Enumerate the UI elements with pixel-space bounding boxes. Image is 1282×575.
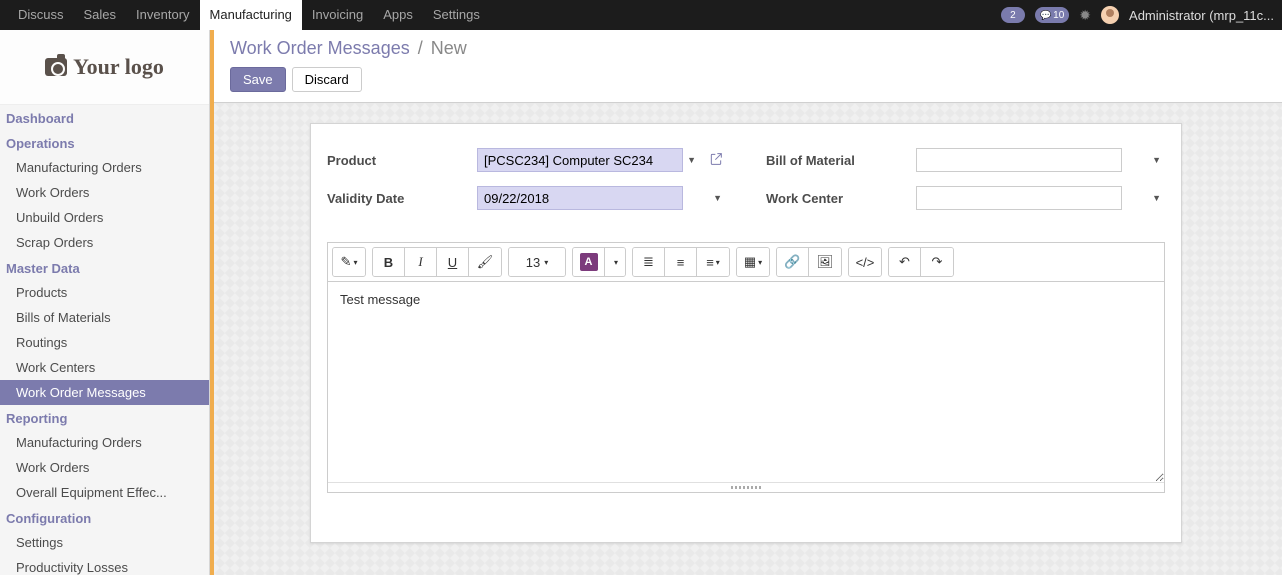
undo-button[interactable]: ↶: [889, 248, 921, 276]
save-button[interactable]: Save: [230, 67, 286, 92]
content-area: Work Order Messages / New Save Discard P…: [210, 30, 1282, 575]
style-dropdown[interactable]: ✎▾: [333, 248, 365, 276]
sidebar-item[interactable]: Work Order Messages: [0, 380, 209, 405]
remove-format-button[interactable]: 🖌: [469, 248, 501, 276]
link-button[interactable]: 🔗: [777, 248, 809, 276]
camera-icon: [45, 58, 67, 76]
ul-button[interactable]: ≣: [633, 248, 665, 276]
sidebar-item[interactable]: Products: [0, 280, 209, 305]
nav-item-apps[interactable]: Apps: [373, 0, 423, 30]
font-size-dropdown[interactable]: 13▾: [509, 248, 565, 276]
bom-label: Bill of Material: [766, 153, 916, 168]
breadcrumb-current: New: [431, 38, 467, 59]
validity-date-input[interactable]: [477, 186, 683, 210]
external-link-icon[interactable]: [706, 151, 726, 170]
sidebar-item[interactable]: Overall Equipment Effec...: [0, 480, 209, 505]
breadcrumb-sep: /: [418, 38, 423, 59]
font-color-button[interactable]: A: [573, 248, 605, 276]
top-navbar: DiscussSalesInventoryManufacturingInvoic…: [0, 0, 1282, 30]
discard-button[interactable]: Discard: [292, 67, 362, 92]
sidebar-item[interactable]: Unbuild Orders: [0, 205, 209, 230]
logo-text: Your logo: [73, 54, 164, 80]
nav-item-settings[interactable]: Settings: [423, 0, 490, 30]
nav-item-inventory[interactable]: Inventory: [126, 0, 199, 30]
workcenter-input[interactable]: [916, 186, 1122, 210]
sidebar: Your logo DashboardOperationsManufacturi…: [0, 30, 210, 575]
ol-button[interactable]: ≡: [665, 248, 697, 276]
dirty-indicator: [210, 30, 214, 575]
sidebar-item[interactable]: Routings: [0, 330, 209, 355]
table-dropdown[interactable]: ▦▾: [737, 248, 769, 276]
sidebar-item[interactable]: Manufacturing Orders: [0, 430, 209, 455]
validity-date-label: Validity Date: [327, 191, 477, 206]
product-label: Product: [327, 153, 477, 168]
sidebar-section-operations[interactable]: Operations: [0, 130, 209, 155]
sidebar-item[interactable]: Work Orders: [0, 455, 209, 480]
nav-item-discuss[interactable]: Discuss: [8, 0, 74, 30]
breadcrumb: Work Order Messages / New: [210, 30, 1282, 61]
messages-badge[interactable]: 10: [1035, 7, 1069, 23]
code-view-button[interactable]: </>: [849, 248, 881, 276]
sidebar-item[interactable]: Work Centers: [0, 355, 209, 380]
editor-resize-handle[interactable]: [328, 482, 1164, 492]
nav-item-invoicing[interactable]: Invoicing: [302, 0, 373, 30]
editor-body[interactable]: Test message: [328, 282, 1164, 482]
chevron-down-icon: ▼: [1152, 193, 1161, 203]
debug-icon[interactable]: ✹: [1079, 7, 1091, 24]
underline-button[interactable]: U: [437, 248, 469, 276]
bom-input[interactable]: [916, 148, 1122, 172]
redo-button[interactable]: ↷: [921, 248, 953, 276]
italic-button[interactable]: I: [405, 248, 437, 276]
font-color-caret[interactable]: ▾: [605, 248, 625, 276]
sidebar-item[interactable]: Manufacturing Orders: [0, 155, 209, 180]
sidebar-section-reporting[interactable]: Reporting: [0, 405, 209, 430]
chevron-down-icon: ▼: [713, 193, 722, 203]
chevron-down-icon: ▼: [687, 155, 696, 165]
workcenter-label: Work Center: [766, 191, 916, 206]
sidebar-item[interactable]: Settings: [0, 530, 209, 555]
sidebar-item[interactable]: Productivity Losses: [0, 555, 209, 575]
nav-item-manufacturing[interactable]: Manufacturing: [200, 0, 302, 30]
nav-item-sales[interactable]: Sales: [74, 0, 127, 30]
sidebar-item[interactable]: Bills of Materials: [0, 305, 209, 330]
sidebar-item[interactable]: Work Orders: [0, 180, 209, 205]
paragraph-dropdown[interactable]: ≡▾: [697, 248, 729, 276]
bold-button[interactable]: B: [373, 248, 405, 276]
breadcrumb-root[interactable]: Work Order Messages: [230, 38, 410, 59]
avatar[interactable]: [1101, 6, 1119, 24]
chevron-down-icon: ▼: [1152, 155, 1161, 165]
editor-toolbar: ✎▾ B I U 🖌 13▾ A ▾: [328, 243, 1164, 282]
user-menu[interactable]: Administrator (mrp_11c...: [1129, 8, 1274, 23]
message-editor: ✎▾ B I U 🖌 13▾ A ▾: [327, 242, 1165, 493]
logo: Your logo: [0, 30, 209, 105]
product-input[interactable]: [477, 148, 683, 172]
image-button[interactable]: 🖼: [809, 248, 841, 276]
sidebar-section-master-data[interactable]: Master Data: [0, 255, 209, 280]
sidebar-section-dashboard[interactable]: Dashboard: [0, 105, 209, 130]
sidebar-item[interactable]: Scrap Orders: [0, 230, 209, 255]
counter-badge[interactable]: 2: [1001, 7, 1025, 23]
sidebar-section-configuration[interactable]: Configuration: [0, 505, 209, 530]
form-sheet: Product ▼: [310, 123, 1182, 543]
